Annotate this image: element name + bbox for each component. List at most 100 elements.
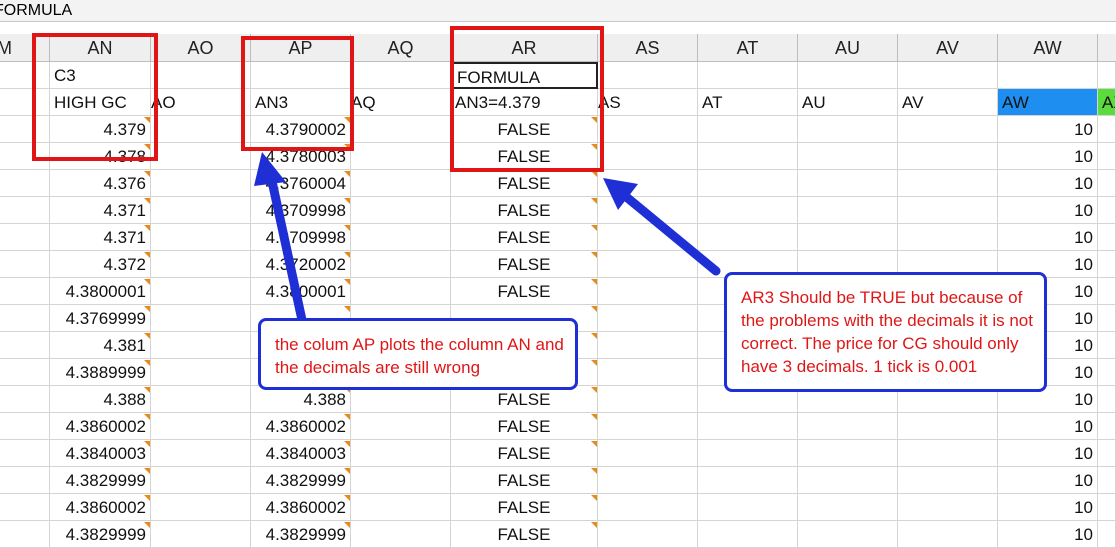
cell[interactable] [151,413,251,440]
cell[interactable] [1098,494,1116,521]
cell[interactable] [598,62,698,89]
cell[interactable] [151,494,251,521]
cell[interactable] [898,494,998,521]
cell-ap[interactable]: 4.3860002 [251,413,351,440]
cell-aw[interactable]: 10 [998,224,1098,251]
formula-bar[interactable]: FORMULA [0,0,1116,22]
cell[interactable] [151,440,251,467]
cell[interactable] [351,413,451,440]
cell-an[interactable]: 4.3769999 [50,305,151,332]
cell[interactable] [1098,197,1116,224]
cell-ar[interactable]: FALSE [451,386,598,413]
cell-ax-header-row[interactable]: AX [1098,89,1116,116]
cell-aw[interactable]: 10 [998,440,1098,467]
cell-ar[interactable]: FALSE [451,197,598,224]
cell[interactable] [698,197,798,224]
cell[interactable] [798,62,898,89]
cell-an[interactable]: 4.3840003 [50,440,151,467]
cell[interactable] [151,521,251,548]
cell[interactable] [1098,170,1116,197]
cell[interactable] [898,440,998,467]
cell-aw[interactable]: 10 [998,467,1098,494]
cell[interactable] [598,359,698,386]
cell[interactable] [1098,116,1116,143]
cell-ar[interactable]: FALSE [451,278,598,305]
cell[interactable] [0,224,50,251]
cell[interactable] [598,143,698,170]
cell[interactable] [698,170,798,197]
cell[interactable] [1098,143,1116,170]
cell[interactable] [1098,521,1116,548]
cell[interactable] [798,440,898,467]
cell[interactable] [798,521,898,548]
cell[interactable] [0,413,50,440]
cell-an[interactable]: 4.371 [50,224,151,251]
cell[interactable] [798,224,898,251]
cell[interactable] [351,143,451,170]
cell[interactable] [898,116,998,143]
cell[interactable] [598,116,698,143]
cell-aw[interactable]: 10 [998,143,1098,170]
cell[interactable] [898,521,998,548]
cell[interactable] [1098,413,1116,440]
cell-at-header-row[interactable]: AT [698,89,798,116]
cell[interactable] [351,170,451,197]
cell-an[interactable]: 4.376 [50,170,151,197]
cell[interactable] [351,62,451,89]
cell[interactable] [351,116,451,143]
cell[interactable] [151,359,251,386]
cell-ap[interactable]: 4.3709998 [251,224,351,251]
cell-ar[interactable]: FALSE [451,251,598,278]
cell[interactable] [0,494,50,521]
cell[interactable] [151,386,251,413]
cell-an[interactable]: 4.381 [50,332,151,359]
cell[interactable] [151,278,251,305]
cell-ap[interactable]: 4.3720002 [251,251,351,278]
column-header-ao[interactable]: AO [151,34,251,62]
cell[interactable] [151,332,251,359]
cell[interactable] [698,116,798,143]
cell[interactable] [598,305,698,332]
cell[interactable] [0,197,50,224]
cell[interactable] [698,440,798,467]
cell[interactable] [1098,305,1116,332]
cell-an[interactable]: 4.388 [50,386,151,413]
cell[interactable] [698,521,798,548]
cell-ao-header-row[interactable]: AO [151,89,251,116]
cell-an[interactable]: 4.3800001 [50,278,151,305]
cell[interactable] [351,224,451,251]
cell[interactable] [798,197,898,224]
cell-aw[interactable]: 10 [998,494,1098,521]
cell[interactable] [351,197,451,224]
cell-ar[interactable]: FALSE [451,521,598,548]
cell[interactable] [598,413,698,440]
cell-an[interactable]: 4.3829999 [50,467,151,494]
cell[interactable] [698,62,798,89]
cell[interactable] [598,386,698,413]
cell-ar[interactable]: FALSE [451,413,598,440]
cell[interactable] [998,62,1098,89]
cell[interactable] [598,170,698,197]
cell[interactable] [898,467,998,494]
cell[interactable] [598,278,698,305]
cell[interactable] [898,170,998,197]
column-header-au[interactable]: AU [798,34,898,62]
cell[interactable] [598,251,698,278]
cell[interactable] [598,494,698,521]
cell[interactable] [351,494,451,521]
cell[interactable] [351,521,451,548]
cell[interactable] [0,467,50,494]
cell[interactable] [1098,278,1116,305]
column-header-av[interactable]: AV [898,34,998,62]
cell[interactable] [698,494,798,521]
cell[interactable] [351,386,451,413]
cell-an[interactable]: 4.372 [50,251,151,278]
cell[interactable] [151,116,251,143]
cell[interactable] [1098,332,1116,359]
cell-ap[interactable]: 4.3709998 [251,197,351,224]
cell[interactable] [898,197,998,224]
cell[interactable] [798,467,898,494]
cell-an[interactable]: 4.3889999 [50,359,151,386]
cell[interactable] [798,170,898,197]
cell-an[interactable]: 4.3860002 [50,494,151,521]
